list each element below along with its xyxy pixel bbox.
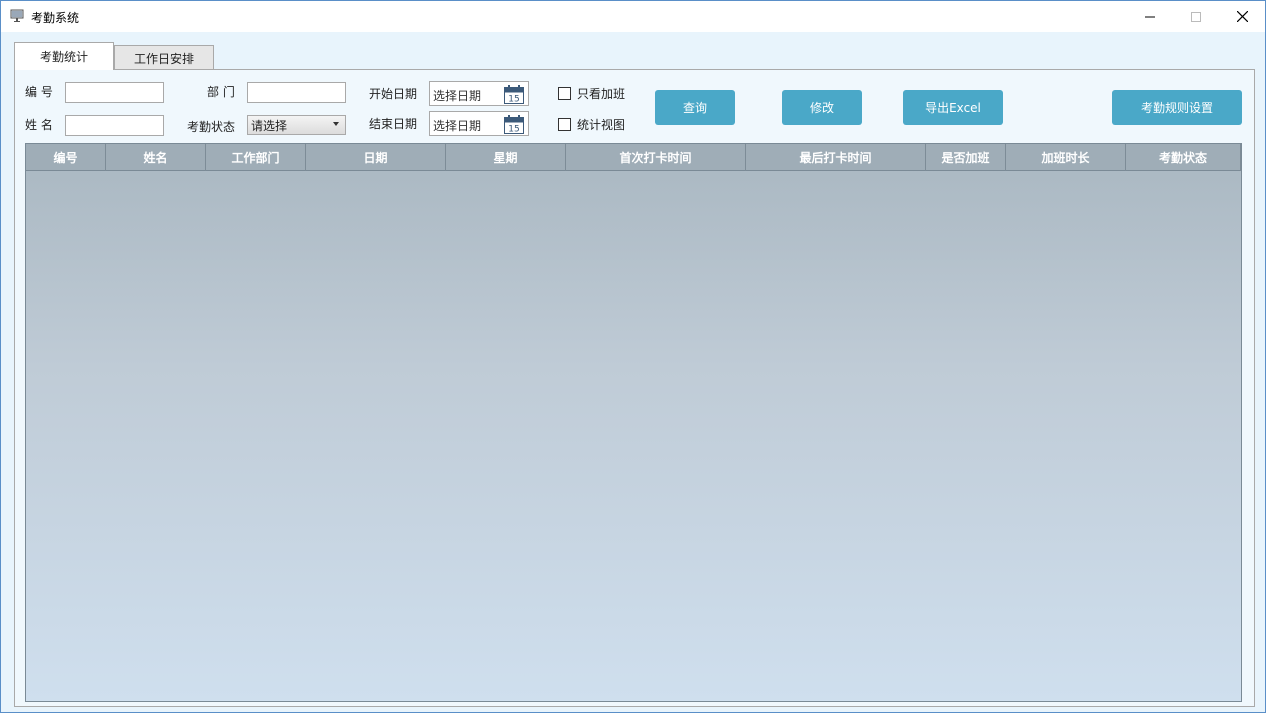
start-date-label: 开始日期 <box>369 87 418 101</box>
stats-view-checkbox[interactable] <box>558 118 571 131</box>
tab-attendance-stats[interactable]: 考勤统计 <box>14 42 114 70</box>
overtime-only-checkbox[interactable] <box>558 87 571 100</box>
maximize-button[interactable] <box>1173 1 1219 32</box>
attendance-rules-button[interactable]: 考勤规则设置 <box>1112 90 1242 125</box>
calendar-icon[interactable]: 15 <box>504 85 524 104</box>
dept-input[interactable] <box>247 82 346 103</box>
minimize-button[interactable] <box>1127 1 1173 32</box>
status-select-value: 请选择 <box>251 119 288 133</box>
name-label: 姓 名 <box>25 118 53 132</box>
column-header-dept[interactable]: 工作部门 <box>206 144 306 171</box>
column-header-overtime[interactable]: 是否加班 <box>926 144 1006 171</box>
title-bar: 考勤系统 <box>1 1 1265 32</box>
stats-view-label: 统计视图 <box>577 118 626 132</box>
column-header-first-punch[interactable]: 首次打卡时间 <box>566 144 746 171</box>
id-label: 编 号 <box>25 85 53 99</box>
chevron-down-icon <box>333 122 339 126</box>
table-header: 编号 姓名 工作部门 日期 星期 首次打卡时间 最后打卡时间 是否加班 加班时长… <box>26 144 1241 171</box>
status-select[interactable]: 请选择 <box>247 115 346 135</box>
start-date-picker[interactable]: 选择日期 15 <box>429 81 529 106</box>
overtime-only-label: 只看加班 <box>577 87 626 101</box>
calendar-icon[interactable]: 15 <box>504 115 524 134</box>
start-date-placeholder: 选择日期 <box>433 89 482 103</box>
svg-text:15: 15 <box>508 95 519 105</box>
minimize-icon <box>1145 16 1155 17</box>
query-button[interactable]: 查询 <box>655 90 735 125</box>
column-header-last-punch[interactable]: 最后打卡时间 <box>746 144 926 171</box>
export-excel-button[interactable]: 导出Excel <box>903 90 1003 125</box>
end-date-label: 结束日期 <box>369 117 418 131</box>
column-header-status[interactable]: 考勤状态 <box>1126 144 1241 171</box>
maximize-icon <box>1191 11 1201 22</box>
column-header-date[interactable]: 日期 <box>306 144 446 171</box>
attendance-table[interactable]: 编号 姓名 工作部门 日期 星期 首次打卡时间 最后打卡时间 是否加班 加班时长… <box>25 143 1242 702</box>
name-input[interactable] <box>65 115 164 136</box>
close-button[interactable] <box>1219 1 1265 32</box>
svg-text:15: 15 <box>508 125 519 135</box>
status-label: 考勤状态 <box>187 120 236 134</box>
column-header-name[interactable]: 姓名 <box>106 144 206 171</box>
monitor-icon <box>10 9 24 22</box>
dept-label: 部 门 <box>207 85 235 99</box>
column-header-overtime-hours[interactable]: 加班时长 <box>1006 144 1126 171</box>
close-icon <box>1236 11 1248 22</box>
tab-workday-schedule[interactable]: 工作日安排 <box>114 45 214 70</box>
end-date-picker[interactable]: 选择日期 15 <box>429 111 529 136</box>
window-title: 考勤系统 <box>31 11 80 25</box>
id-input[interactable] <box>65 82 164 103</box>
modify-button[interactable]: 修改 <box>782 90 862 125</box>
app-window: 考勤系统 考勤统计 工作日安排 编 号 部 门 开始日期 选择日期 15 只看加… <box>0 0 1266 713</box>
column-header-id[interactable]: 编号 <box>26 144 106 171</box>
column-header-weekday[interactable]: 星期 <box>446 144 566 171</box>
end-date-placeholder: 选择日期 <box>433 119 482 133</box>
